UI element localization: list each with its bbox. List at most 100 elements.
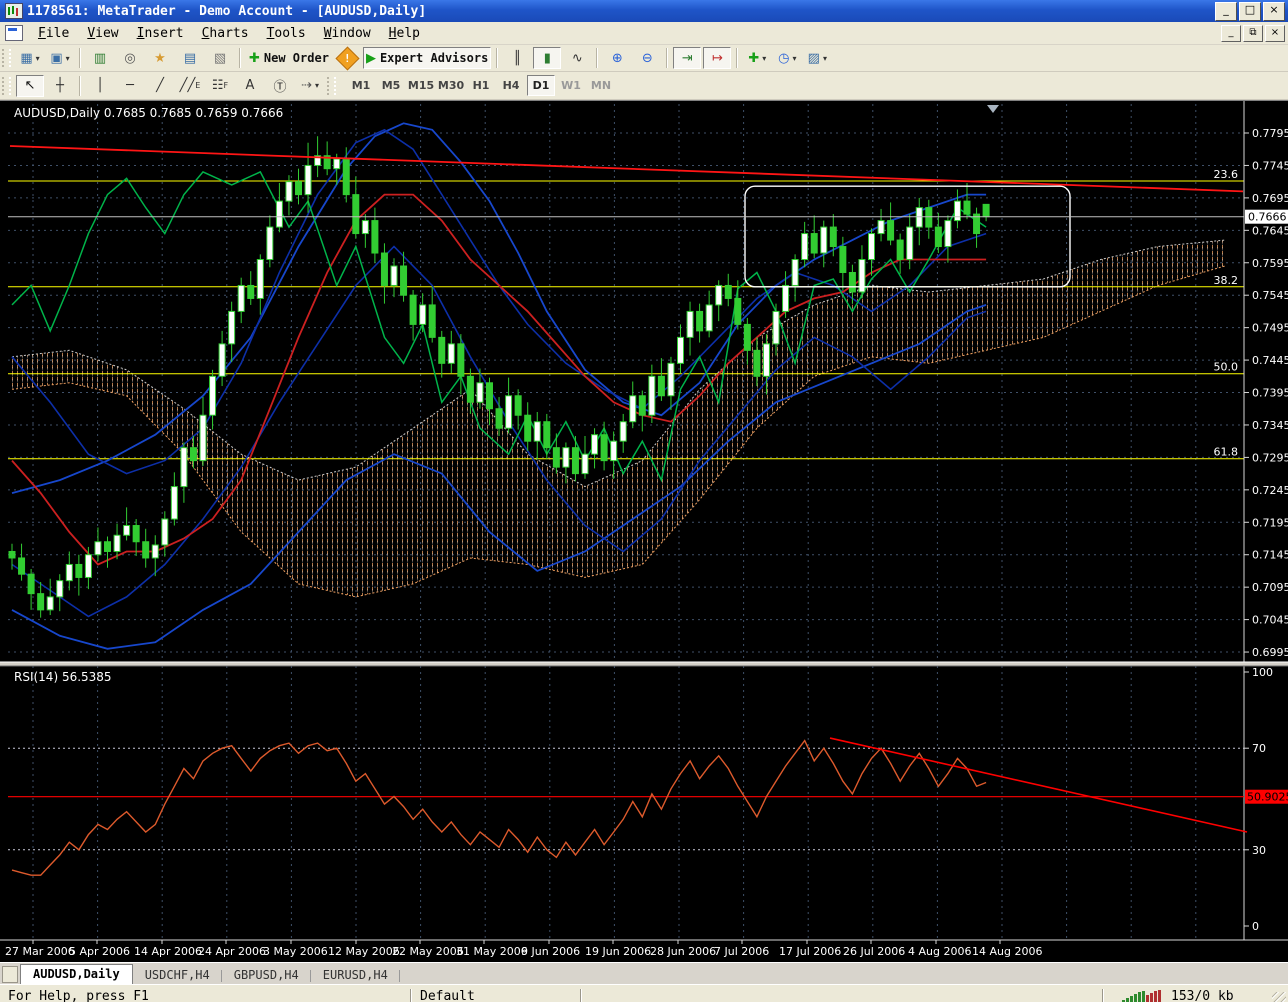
bar-chart-button[interactable]: ║ xyxy=(503,47,531,69)
zoom-in-icon: ⊕ xyxy=(611,50,623,66)
market-watch-icon: ▥ xyxy=(93,50,107,66)
chart-mdi-icon[interactable] xyxy=(5,25,23,41)
line-chart-button[interactable]: ∿ xyxy=(563,47,591,69)
candlestick-chart-button[interactable]: ▮ xyxy=(533,47,562,69)
toolbar-grip[interactable] xyxy=(327,76,336,95)
indicators-button[interactable]: ✚ ▾ xyxy=(743,47,771,69)
rsi-axis-label: 0 xyxy=(1252,920,1259,933)
line-studies-toolbar: ↖ ┼ │ ─ ╱ ╱╱ E ☷ F A Ⓣ ⇢ ▾ M1 M5 M15 M30 H1 H4 D1 W1 MN xyxy=(0,72,1288,100)
period-m5-button[interactable]: M5 xyxy=(377,75,405,96)
window-title: 1178561: MetaTrader - Demo Account - [AU… xyxy=(27,3,427,19)
menu-help[interactable]: Help xyxy=(380,23,429,44)
periods-icon: ◷ xyxy=(778,50,790,66)
close-button[interactable]: × xyxy=(1263,1,1285,21)
period-h1-button[interactable]: H1 xyxy=(467,75,495,96)
price-axis-label: 0.7695 xyxy=(1252,192,1288,205)
pane-splitter[interactable] xyxy=(0,662,1288,666)
date-axis-label: 12 May 2006 xyxy=(328,945,400,958)
expert-advisors-button[interactable]: ▶ Expert Advisors xyxy=(362,47,492,69)
crosshair-tool[interactable]: ┼ xyxy=(46,75,74,97)
toolbar-separator xyxy=(596,48,599,68)
data-window-icon: ◎ xyxy=(124,50,136,66)
zoom-out-button[interactable]: ⊖ xyxy=(633,47,661,69)
text-icon: A xyxy=(245,78,255,93)
rsi-axis-label: 100 xyxy=(1252,666,1273,679)
chart-tab-gbpusd[interactable]: GBPUSD,H4 xyxy=(222,966,311,984)
price-axis-label: 0.7245 xyxy=(1252,484,1288,497)
menu-file[interactable]: File xyxy=(29,23,78,44)
market-watch-button[interactable]: ▥ xyxy=(86,47,114,69)
period-m30-button[interactable]: M30 xyxy=(437,75,465,96)
fibonacci-tool[interactable]: ☷ F xyxy=(206,75,234,97)
cursor-tool[interactable]: ↖ xyxy=(16,74,44,97)
status-profile[interactable]: Default xyxy=(412,989,580,1002)
date-axis-label: 17 Jul 2006 xyxy=(779,945,841,958)
vertical-line-icon: │ xyxy=(96,78,104,93)
chart-window[interactable]: 23.6 38.2 50.0 61.8 AUDUSD,Daily 0.7685 0.76… xyxy=(0,100,1288,962)
dropdown-arrow-icon[interactable]: ▾ xyxy=(823,54,827,63)
chart-tab-usdchf[interactable]: USDCHF,H4 xyxy=(133,966,222,984)
strategy-tester-button[interactable]: ▧ xyxy=(206,47,234,69)
tab-scroll-button[interactable] xyxy=(2,966,18,983)
period-h4-button[interactable]: H4 xyxy=(497,75,525,96)
indicators-icon: ✚ xyxy=(748,50,760,66)
dropdown-arrow-icon[interactable]: ▾ xyxy=(315,81,319,90)
templates-button[interactable]: ▨ ▾ xyxy=(803,47,831,69)
mdi-minimize-button[interactable]: _ xyxy=(1221,24,1241,42)
date-axis-label: 19 Jun 2006 xyxy=(585,945,651,958)
date-axis-label: 5 Apr 2006 xyxy=(69,945,130,958)
date-axis-label: 7 Jul 2006 xyxy=(714,945,769,958)
profiles-button[interactable]: ▣ ▾ xyxy=(46,47,74,69)
alert-icon[interactable]: ! xyxy=(335,45,360,71)
auto-scroll-button[interactable]: ⇥ xyxy=(673,47,702,69)
dropdown-arrow-icon[interactable]: ▾ xyxy=(762,54,766,63)
period-m15-button[interactable]: M15 xyxy=(407,75,435,96)
period-w1-button[interactable]: W1 xyxy=(557,75,585,96)
cursor-icon: ↖ xyxy=(24,78,36,93)
mdi-close-button[interactable]: × xyxy=(1265,24,1285,42)
vertical-line-tool[interactable]: │ xyxy=(86,75,114,97)
text-label-tool[interactable]: Ⓣ xyxy=(266,75,294,97)
period-m1-button[interactable]: M1 xyxy=(347,75,375,96)
navigator-button[interactable]: ★ xyxy=(146,47,174,69)
channel-tool[interactable]: ╱╱ E xyxy=(176,75,204,97)
chart-shift-button[interactable]: ↦ xyxy=(703,47,732,69)
menu-insert[interactable]: Insert xyxy=(128,23,193,44)
dropdown-arrow-icon[interactable]: ▾ xyxy=(792,54,796,63)
data-window-button[interactable]: ◎ xyxy=(116,47,144,69)
chart-tab-eurusd[interactable]: EURUSD,H4 xyxy=(311,966,400,984)
arrows-icon: ⇢ xyxy=(301,78,312,93)
minimize-button[interactable]: _ xyxy=(1215,1,1237,21)
toolbar-grip[interactable] xyxy=(2,49,11,67)
menu-window[interactable]: Window xyxy=(315,23,380,44)
period-mn-button[interactable]: MN xyxy=(587,75,615,96)
horizontal-line-icon: ─ xyxy=(126,78,134,93)
fibo-level-label: 38.2 xyxy=(1214,274,1239,287)
new-chart-button[interactable]: ▦ ▾ xyxy=(16,47,44,69)
text-label-icon: Ⓣ xyxy=(273,80,287,95)
chart-tab-audusd[interactable]: AUDUSD,Daily xyxy=(20,964,133,984)
trendline-tool[interactable]: ╱ xyxy=(146,75,174,97)
menu-view[interactable]: View xyxy=(78,23,127,44)
mdi-restore-button[interactable]: ⧉ xyxy=(1243,24,1263,42)
date-axis-label: 9 Jun 2006 xyxy=(521,945,580,958)
menu-bar: File View Insert Charts Tools Window Help _ ⧉ … xyxy=(0,22,1288,45)
text-tool[interactable]: A xyxy=(236,75,264,97)
new-order-button[interactable]: ✚ New Order xyxy=(246,47,332,69)
connection-signal-icon xyxy=(1122,989,1161,1002)
resize-grip[interactable] xyxy=(1272,992,1286,1002)
toolbar-grip[interactable] xyxy=(2,76,11,95)
period-d1-button[interactable]: D1 xyxy=(527,75,555,96)
fibo-level-label: 61.8 xyxy=(1214,446,1239,459)
menu-charts[interactable]: Charts xyxy=(193,23,258,44)
arrows-tool[interactable]: ⇢ ▾ xyxy=(296,75,324,97)
status-bar: For Help, press F1 Default 153/0 kb xyxy=(0,984,1288,1002)
dropdown-arrow-icon[interactable]: ▾ xyxy=(66,54,70,63)
dropdown-arrow-icon[interactable]: ▾ xyxy=(36,54,40,63)
horizontal-line-tool[interactable]: ─ xyxy=(116,75,144,97)
periods-button[interactable]: ◷ ▾ xyxy=(773,47,801,69)
zoom-in-button[interactable]: ⊕ xyxy=(603,47,631,69)
terminal-button[interactable]: ▤ xyxy=(176,47,204,69)
menu-tools[interactable]: Tools xyxy=(258,23,315,44)
maximize-button[interactable]: □ xyxy=(1239,1,1261,21)
